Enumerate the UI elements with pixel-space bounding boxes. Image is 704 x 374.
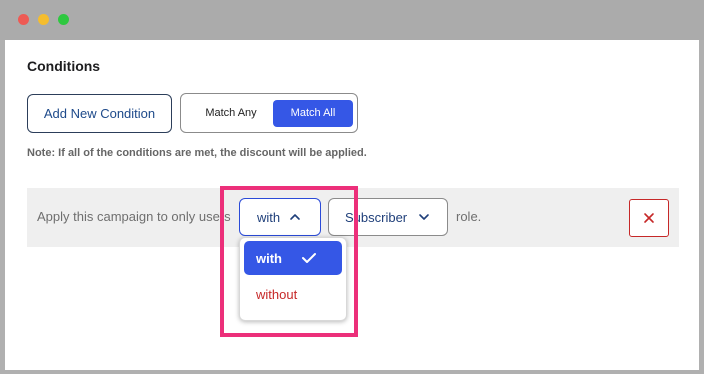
match-any-button[interactable]: Match Any	[195, 100, 267, 127]
window-maximize-button[interactable]	[58, 14, 69, 25]
title-bar	[0, 0, 704, 40]
conditions-note: Note: If all of the conditions are met, …	[27, 147, 367, 159]
window-minimize-button[interactable]	[38, 14, 49, 25]
delete-condition-button[interactable]	[629, 199, 669, 237]
close-icon	[644, 213, 654, 223]
add-new-condition-button[interactable]: Add New Condition	[27, 94, 172, 133]
app-window: Conditions Add New Condition Match Any M…	[0, 0, 704, 374]
condition-suffix-text: role.	[456, 209, 482, 224]
condition-prefix-text: Apply this campaign to only users	[37, 209, 231, 224]
window-close-button[interactable]	[18, 14, 29, 25]
match-all-button[interactable]: Match All	[273, 100, 353, 127]
chevron-down-icon	[419, 214, 429, 220]
match-mode-toggle: Match Any Match All	[180, 93, 358, 133]
highlight-box	[220, 186, 358, 337]
section-title: Conditions	[27, 58, 101, 74]
